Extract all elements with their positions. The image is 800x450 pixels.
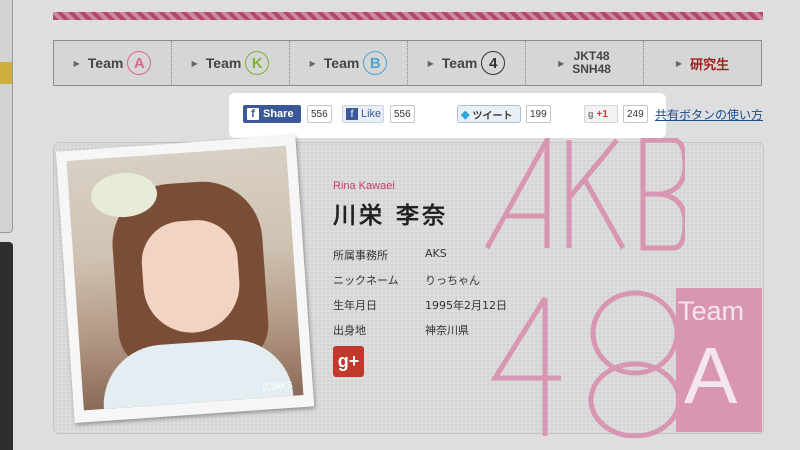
nav-team-b[interactable]: ▶ Team B [290, 41, 408, 85]
team-navigation: ▶ Team A ▶ Team K ▶ Team B ▶ Team 4 ▶ JK… [53, 40, 762, 86]
member-info-table: 所属事務所 AKS ニックネーム りっちゃん 生年月日 1995年2月12日 出… [333, 247, 507, 347]
team-a-badge: A [127, 51, 152, 75]
facebook-share-count: 556 [307, 105, 332, 123]
member-name-kanji: 川栄 李奈 [333, 203, 449, 229]
info-value: りっちゃん [425, 274, 480, 287]
gplus-label: +1 [596, 108, 608, 120]
nav-label-line1: JKT48 [573, 49, 610, 63]
facebook-icon: f [346, 108, 358, 120]
arrow-right-icon: ▶ [675, 58, 683, 68]
arrow-right-icon: ▶ [309, 58, 316, 68]
info-value: 神奈川県 [425, 324, 469, 337]
info-key: ニックネーム [333, 274, 399, 287]
info-row-nickname: ニックネーム りっちゃん [333, 272, 507, 297]
nav-label-line2: SNH48 [572, 62, 611, 76]
share-toolbar: f Share 556 f Like 556 ◆ ツイート 199 g +1 2… [229, 93, 666, 138]
info-value: 1995年2月12日 [425, 299, 507, 312]
page: ▶ Team A ▶ Team K ▶ Team B ▶ Team 4 ▶ JK… [0, 0, 800, 450]
nav-jkt48-snh48[interactable]: ▶ JKT48 SNH48 [526, 41, 644, 85]
info-value: AKS [425, 247, 447, 260]
facebook-like-count: 556 [390, 105, 415, 123]
info-row-hometown: 出身地 神奈川県 [333, 322, 507, 347]
nav-team-k[interactable]: ▶ Team K [172, 41, 290, 85]
nav-team-a[interactable]: ▶ Team A [54, 41, 172, 85]
member-photo: (C)AKS [66, 145, 304, 411]
arrow-right-icon: ▶ [427, 58, 434, 68]
nav-team-4[interactable]: ▶ Team 4 [408, 41, 526, 85]
nav-label: 研究生 [690, 56, 730, 72]
arrow-right-icon: ▶ [558, 58, 565, 68]
nav-label: Team [441, 55, 478, 71]
google-plus-one-button[interactable]: g +1 [584, 105, 618, 123]
twitter-bird-icon: ◆ [461, 108, 470, 121]
nav-label: Team [87, 55, 124, 71]
left-panel-fragment [0, 0, 13, 233]
member-name-romaji: Rina Kawaei [333, 180, 395, 192]
team-b-badge: B [363, 51, 388, 75]
share-howto-link[interactable]: 共有ボタンの使い方 [655, 106, 763, 123]
facebook-icon: f [247, 108, 259, 120]
info-row-birthday: 生年月日 1995年2月12日 [333, 297, 507, 322]
facebook-like-button[interactable]: f Like [342, 105, 384, 123]
info-key: 出身地 [333, 324, 366, 337]
member-photo-frame: (C)AKS [55, 134, 315, 424]
header-stripe [53, 12, 763, 20]
info-key: 所属事務所 [333, 249, 388, 262]
tweet-count: 199 [526, 105, 551, 123]
facebook-share-label: Share [263, 108, 294, 120]
nav-label: JKT48 SNH48 [572, 50, 611, 76]
info-row-agency: 所属事務所 AKS [333, 247, 507, 272]
nav-label: Team [205, 55, 242, 71]
arrow-right-icon: ▶ [73, 58, 80, 68]
team-brand-text: Team [678, 296, 745, 326]
team-4-badge: 4 [481, 51, 506, 75]
tweet-button[interactable]: ◆ ツイート [457, 105, 521, 123]
info-key: 生年月日 [333, 299, 377, 312]
nav-label: Team [323, 55, 360, 71]
gplus-count: 249 [623, 105, 648, 123]
facebook-share-button[interactable]: f Share [243, 105, 301, 123]
team-k-badge: K [245, 51, 270, 75]
google-plus-icon[interactable]: g+ [333, 346, 364, 377]
photo-credit: (C)AKS [261, 379, 293, 392]
google-plus-icon: g [588, 109, 594, 119]
left-panel-accent [0, 62, 12, 84]
nav-trainees[interactable]: ▶ 研究生 [644, 41, 761, 85]
tweet-label: ツイート [472, 110, 513, 122]
akb48-logo-graphic [485, 138, 685, 438]
arrow-right-icon: ▶ [191, 58, 198, 68]
facebook-like-label: Like [361, 108, 382, 120]
team-a-brand-block: Team A [676, 288, 762, 432]
left-dark-panel-fragment [0, 242, 13, 450]
team-brand-letter: A [684, 331, 738, 420]
